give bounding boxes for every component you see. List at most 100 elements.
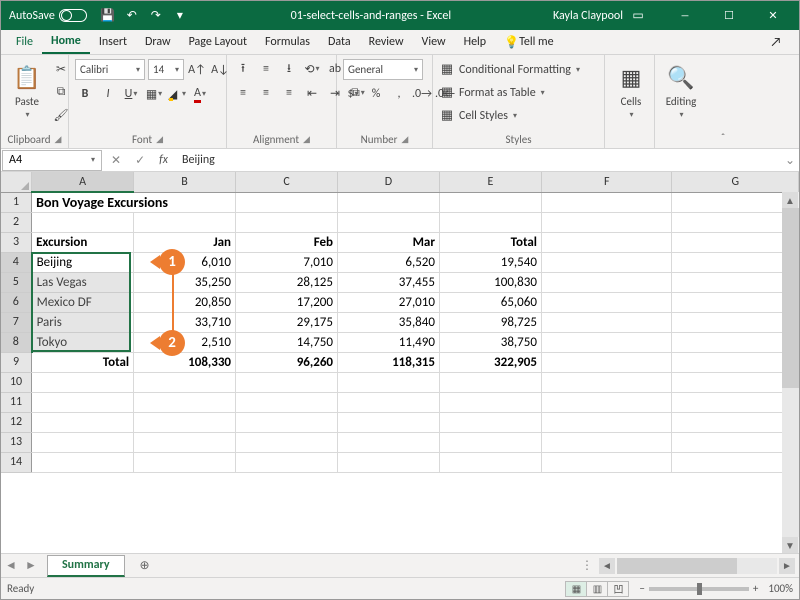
align-bottom-icon[interactable]: ⭳ xyxy=(279,59,299,79)
tab-draw[interactable]: Draw xyxy=(136,30,180,54)
tell-me[interactable]: 💡 Tell me xyxy=(495,30,562,54)
align-right-icon[interactable]: ≡ xyxy=(279,83,299,103)
cell[interactable]: Bon Voyage Excursions xyxy=(32,192,236,212)
view-page-break-icon[interactable]: 凹 xyxy=(607,581,629,597)
row-header[interactable]: 6 xyxy=(1,292,32,312)
italic-button[interactable]: I xyxy=(98,84,118,104)
new-sheet-button[interactable]: ⊕ xyxy=(133,554,157,578)
tab-home[interactable]: Home xyxy=(42,30,90,54)
align-middle-icon[interactable]: ≡ xyxy=(256,59,276,79)
alignment-dialog-icon[interactable]: ◢ xyxy=(303,134,310,145)
font-name-select[interactable]: Calibri▾ xyxy=(75,59,145,80)
tab-nav-prev[interactable]: ◄ xyxy=(1,558,21,573)
accounting-format-icon[interactable]: $▾ xyxy=(343,84,363,104)
vertical-scrollbar[interactable]: ▲ ▼ xyxy=(782,192,799,553)
autosave-toggle[interactable]: AutoSave xyxy=(7,9,93,23)
zoom-slider[interactable] xyxy=(649,587,749,591)
zoom-in-button[interactable]: + xyxy=(753,582,758,595)
tab-nav-next[interactable]: ► xyxy=(21,558,41,573)
row-header[interactable]: 2 xyxy=(1,212,32,232)
align-left-icon[interactable]: ≡ xyxy=(233,83,253,103)
row-header[interactable]: 5 xyxy=(1,272,32,292)
redo-icon[interactable]: ↷ xyxy=(147,7,165,25)
hscroll-left-icon[interactable]: ◄ xyxy=(599,558,615,574)
save-icon[interactable]: 💾 xyxy=(99,7,117,25)
name-box[interactable]: A4▾ xyxy=(2,150,102,171)
hscroll-right-icon[interactable]: ► xyxy=(779,558,795,574)
cut-icon[interactable]: ✂ xyxy=(51,59,71,79)
orientation-icon[interactable]: ⟲▾ xyxy=(302,59,322,79)
bold-button[interactable]: B xyxy=(75,84,95,104)
view-page-layout-icon[interactable]: ▥ xyxy=(586,581,608,597)
number-dialog-icon[interactable]: ◢ xyxy=(401,134,408,145)
worksheet-grid[interactable]: A B C D E F G 1Bon Voyage Excursions 2 3… xyxy=(1,172,799,553)
row-header[interactable]: 8 xyxy=(1,332,32,352)
qat-customize-icon[interactable]: ▾ xyxy=(171,7,189,25)
tab-file[interactable]: File xyxy=(7,30,42,54)
collapse-ribbon-icon[interactable]: ˆ xyxy=(713,55,733,148)
grow-font-icon[interactable]: A↑ xyxy=(187,60,207,80)
scroll-up-icon[interactable]: ▲ xyxy=(782,192,798,208)
conditional-formatting-button[interactable]: ▦Conditional Formatting▾ xyxy=(439,59,580,80)
indent-decrease-icon[interactable]: ⇤ xyxy=(302,83,322,103)
paste-button[interactable]: 📋 Paste▾ xyxy=(7,59,47,122)
hscroll-thumb[interactable] xyxy=(617,558,737,574)
tab-data[interactable]: Data xyxy=(319,30,360,54)
editing-button[interactable]: 🔍Editing▾ xyxy=(661,59,701,122)
font-dialog-icon[interactable]: ◢ xyxy=(156,134,163,145)
col-header[interactable]: F xyxy=(541,172,672,192)
col-header[interactable]: C xyxy=(236,172,338,192)
comma-format-icon[interactable]: , xyxy=(389,84,409,104)
select-all-button[interactable] xyxy=(1,172,32,192)
scroll-down-icon[interactable]: ▼ xyxy=(782,537,798,553)
cell-styles-button[interactable]: ▦Cell Styles▾ xyxy=(439,105,517,126)
increase-decimal-icon[interactable]: .0→ xyxy=(412,84,432,104)
col-header[interactable]: E xyxy=(439,172,541,192)
borders-button[interactable]: ▦▾ xyxy=(144,84,164,104)
ribbon-options-icon[interactable]: ▭ xyxy=(629,7,647,25)
col-header[interactable]: G xyxy=(672,172,799,192)
col-header[interactable]: A xyxy=(32,172,134,192)
share-button[interactable]: ↗ xyxy=(759,30,793,54)
user-name[interactable]: Kayla Claypool xyxy=(553,9,623,23)
sheet-tab-summary[interactable]: Summary xyxy=(47,555,125,577)
tab-page-layout[interactable]: Page Layout xyxy=(180,30,256,54)
row-header[interactable]: 13 xyxy=(1,432,32,452)
row-header[interactable]: 9 xyxy=(1,352,32,372)
zoom-level[interactable]: 100% xyxy=(768,582,793,595)
zoom-out-button[interactable]: − xyxy=(639,582,644,595)
number-format-select[interactable]: General▾ xyxy=(343,59,423,80)
view-normal-icon[interactable]: ▦ xyxy=(565,581,587,597)
underline-button[interactable]: U▾ xyxy=(121,84,141,104)
vscroll-thumb[interactable] xyxy=(782,208,799,388)
row-header[interactable]: 12 xyxy=(1,412,32,432)
minimize-button[interactable]: ― xyxy=(663,1,707,30)
row-header[interactable]: 4 xyxy=(1,252,32,272)
font-size-select[interactable]: 14▾ xyxy=(148,59,184,80)
tab-view[interactable]: View xyxy=(413,30,455,54)
percent-format-icon[interactable]: % xyxy=(366,84,386,104)
row-header[interactable]: 3 xyxy=(1,232,32,252)
font-color-button[interactable]: A▾ xyxy=(190,84,210,104)
row-header[interactable]: 10 xyxy=(1,372,32,392)
col-header[interactable]: B xyxy=(134,172,236,192)
enter-formula-icon[interactable]: ✓ xyxy=(135,153,145,168)
horizontal-scrollbar[interactable] xyxy=(617,558,777,574)
tab-help[interactable]: Help xyxy=(455,30,496,54)
close-button[interactable]: ✕ xyxy=(751,1,795,30)
row-header[interactable]: 1 xyxy=(1,192,32,212)
tab-review[interactable]: Review xyxy=(360,30,413,54)
row-header[interactable]: 14 xyxy=(1,452,32,472)
align-top-icon[interactable]: ⭱ xyxy=(233,59,253,79)
align-center-icon[interactable]: ≡ xyxy=(256,83,276,103)
col-header[interactable]: D xyxy=(338,172,440,192)
format-painter-icon[interactable]: 🖌 xyxy=(51,105,71,125)
formula-bar[interactable]: Beijing xyxy=(176,153,781,167)
insert-function-icon[interactable]: fx xyxy=(159,153,168,167)
copy-icon[interactable]: ⧉ xyxy=(51,82,71,102)
tab-insert[interactable]: Insert xyxy=(90,30,136,54)
fill-color-button[interactable]: ◢▾ xyxy=(167,84,187,104)
format-as-table-button[interactable]: ▦Format as Table▾ xyxy=(439,82,545,103)
clipboard-dialog-icon[interactable]: ◢ xyxy=(55,134,62,145)
undo-icon[interactable]: ↶ xyxy=(123,7,141,25)
